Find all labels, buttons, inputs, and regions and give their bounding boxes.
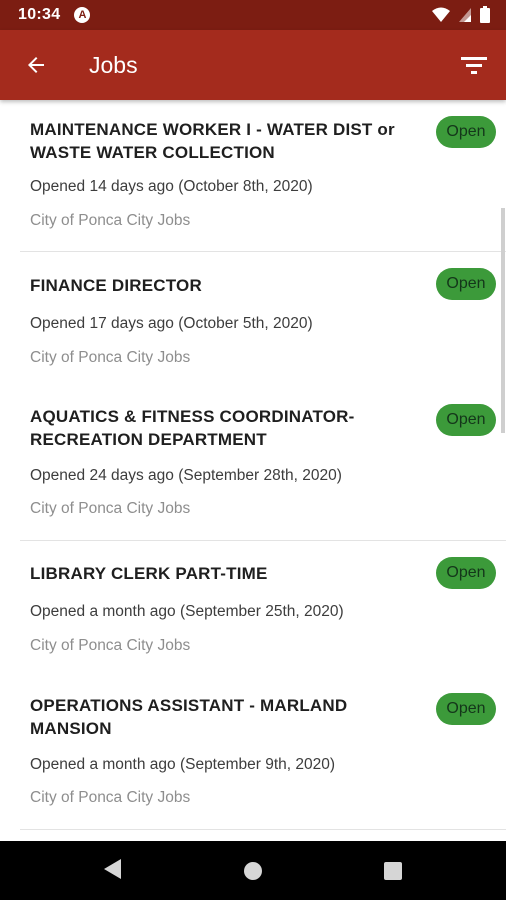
app-notification-icon: A (74, 7, 91, 23)
job-source: City of Ponca City Jobs (30, 212, 191, 229)
job-card[interactable]: OPERATIONS ASSISTANT - MARLAND MANSION O… (20, 677, 506, 830)
status-badge: Open (436, 404, 496, 436)
nav-home-icon[interactable] (244, 862, 262, 880)
status-badge: Open (436, 557, 496, 589)
job-opened-date: Opened a month ago (September 25th, 2020… (30, 603, 344, 620)
job-card[interactable]: MAINTENANCE WORKER I - WATER DIST or WAS… (20, 100, 506, 252)
job-source: City of Ponca City Jobs (30, 500, 191, 517)
arrow-left-icon (28, 57, 44, 73)
cell-signal-icon (459, 7, 471, 22)
status-time: 10:34 (18, 6, 61, 23)
job-title: FINANCE DIRECTOR (30, 276, 202, 295)
job-source: City of Ponca City Jobs (30, 789, 191, 806)
job-title: AQUATICS & FITNESS COORDINATOR- RECREATI… (30, 407, 355, 449)
job-opened-date: Opened 24 days ago (September 28th, 2020… (30, 467, 342, 484)
status-badge: Open (436, 268, 496, 300)
job-title: MAINTENANCE WORKER I - WATER DIST or WAS… (30, 120, 395, 162)
job-source: City of Ponca City Jobs (30, 637, 191, 654)
app-bar: Jobs (0, 30, 506, 100)
back-button[interactable] (18, 47, 54, 83)
nav-back-icon[interactable] (103, 858, 123, 880)
job-title: LIBRARY CLERK PART-TIME (30, 564, 268, 583)
filter-icon (461, 57, 487, 74)
wifi-icon (432, 7, 450, 22)
status-bar: 10:34 A (0, 0, 506, 30)
battery-icon (480, 6, 490, 23)
job-title: OPERATIONS ASSISTANT - MARLAND MANSION (30, 696, 348, 738)
job-card[interactable]: LIBRARY CLERK PART-TIME Opened a month a… (20, 541, 506, 677)
status-badge: Open (436, 116, 496, 148)
system-nav-bar (0, 841, 506, 900)
job-opened-date: Opened a month ago (September 9th, 2020) (30, 756, 336, 773)
job-opened-date: Opened 17 days ago (October 5th, 2020) (30, 315, 313, 332)
job-opened-date: Opened 14 days ago (October 8th, 2020) (30, 178, 313, 195)
job-card[interactable]: FINANCE DIRECTOR Opened 17 days ago (Oct… (20, 252, 506, 388)
nav-recents-icon[interactable] (384, 862, 402, 880)
scrollbar[interactable] (501, 208, 505, 433)
job-source: City of Ponca City Jobs (30, 349, 191, 366)
job-card[interactable]: AQUATICS & FITNESS COORDINATOR- RECREATI… (20, 389, 506, 541)
filter-button[interactable] (456, 47, 492, 83)
status-icons (432, 6, 490, 23)
page-title: Jobs (89, 52, 138, 78)
status-badge: Open (436, 693, 496, 725)
jobs-list[interactable]: MAINTENANCE WORKER I - WATER DIST or WAS… (0, 100, 506, 841)
